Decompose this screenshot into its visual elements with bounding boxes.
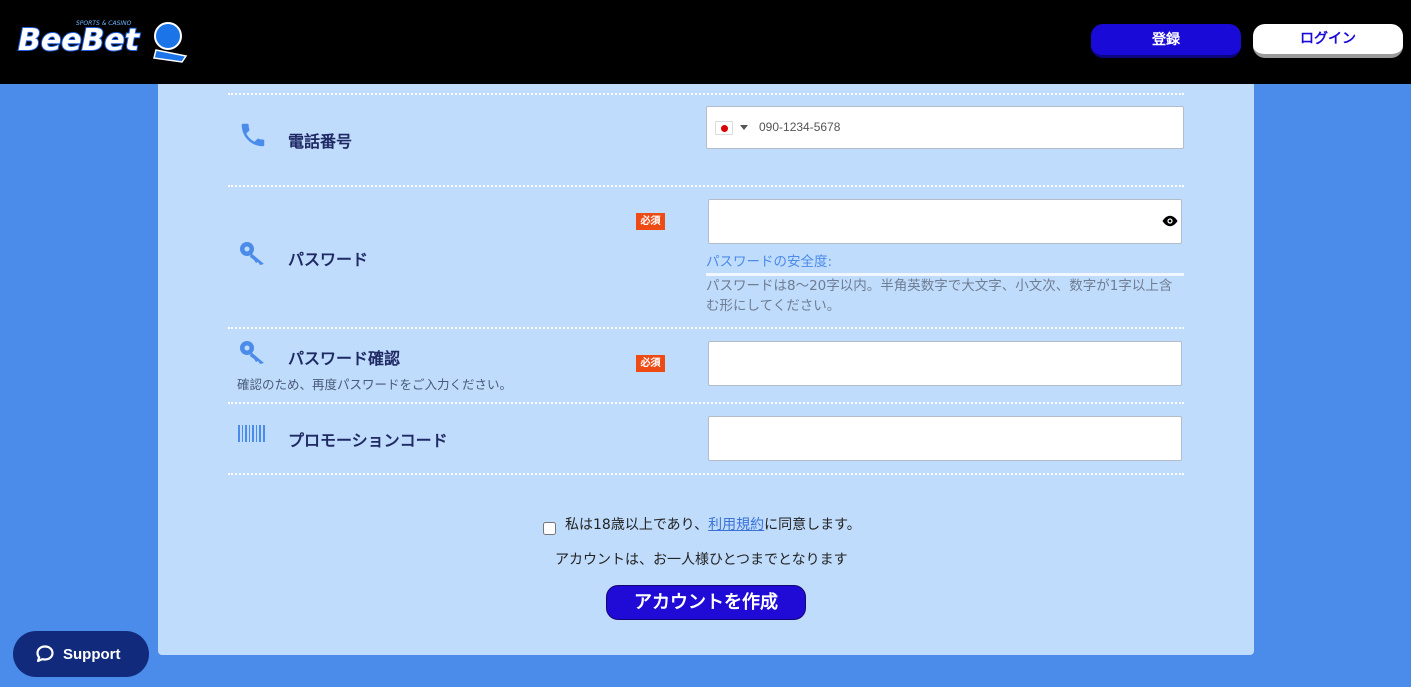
password-confirm-sublabel: 確認のため、再度パスワードをご入力ください。 [237, 377, 513, 392]
password-strength-label: パスワードの安全度: [706, 254, 833, 270]
form-divider [228, 93, 1184, 95]
japan-flag-icon[interactable] [715, 121, 733, 135]
account-limit-note: アカウントは、お一人様ひとつまでとなります [555, 552, 848, 568]
form-divider [228, 327, 1184, 329]
password-input[interactable] [708, 199, 1182, 244]
header: SPORTS & CASINO BeeBet 登録 ログイン [0, 0, 1411, 84]
form-divider [228, 185, 1184, 187]
phone-input[interactable]: 090-1234-5678 [706, 106, 1184, 149]
login-button[interactable]: ログイン [1253, 24, 1403, 58]
required-badge: 必須 [636, 213, 665, 230]
agree-text-suffix: に同意します。 [764, 517, 861, 533]
password-confirm-input[interactable] [708, 341, 1182, 386]
eye-icon[interactable] [1161, 214, 1179, 228]
password-hint: パスワードは8〜20字以内。半角英数字で大文字、小文次、数字が1字以上含む形にし… [706, 278, 1173, 314]
password-confirm-label: パスワード確認 [288, 349, 401, 368]
required-badge: 必須 [636, 355, 665, 372]
chevron-down-icon[interactable] [740, 125, 748, 130]
bee-mascot-icon [154, 22, 182, 50]
terms-link[interactable]: 利用規約 [708, 514, 764, 534]
beebet-logo[interactable]: SPORTS & CASINO BeeBet [16, 12, 192, 66]
form-divider [228, 473, 1184, 475]
age-terms-agreement: 私は18歳以上であり、 利用規約 に同意します。 [543, 514, 861, 535]
promo-code-input[interactable] [708, 416, 1182, 461]
key-icon [240, 242, 264, 265]
agree-text-prefix: 私は18歳以上であり、 [565, 517, 709, 533]
promo-code-label: プロモーションコード [288, 431, 448, 450]
support-label: Support [63, 645, 121, 663]
logo-text: BeeBet [18, 23, 141, 58]
support-button[interactable]: Support [13, 631, 149, 677]
phone-label: 電話番号 [288, 132, 353, 151]
phone-icon [241, 123, 265, 147]
form-divider [228, 402, 1184, 404]
chat-bubble-icon [36, 645, 54, 663]
password-label: パスワード [288, 250, 369, 269]
register-button[interactable]: 登録 [1091, 24, 1241, 58]
bee-wing-icon [153, 49, 188, 63]
agree-checkbox[interactable] [543, 521, 556, 535]
barcode-icon [238, 425, 265, 442]
key-icon [240, 341, 264, 364]
phone-placeholder: 090-1234-5678 [759, 120, 841, 134]
create-account-button[interactable]: アカウントを作成 [606, 585, 806, 620]
